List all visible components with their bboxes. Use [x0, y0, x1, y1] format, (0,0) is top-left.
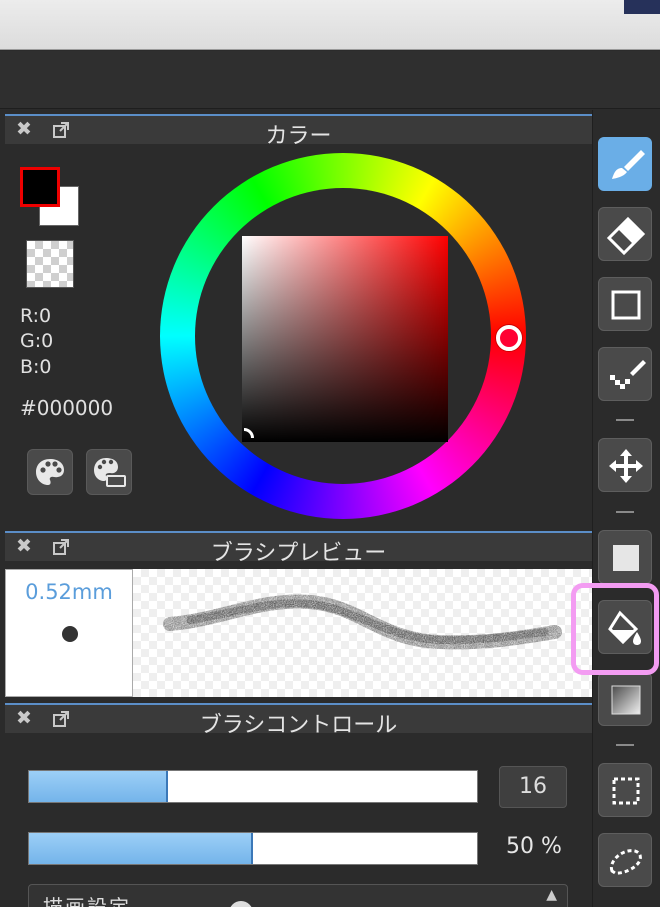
dot-brush-tool[interactable]	[598, 347, 652, 401]
brush-size-preview: 0.52mm	[5, 569, 133, 697]
rectangle-tool[interactable]	[598, 277, 652, 331]
color-panel-header: ✖ カラー	[5, 114, 592, 149]
rect-select-tool[interactable]	[598, 763, 652, 817]
move-tool[interactable]	[598, 438, 652, 492]
dropdown-label: 描画設定	[43, 895, 131, 907]
brush-stroke-preview	[163, 594, 562, 650]
hue-cursor[interactable]	[496, 325, 522, 351]
brush-size-dot	[62, 626, 78, 642]
titlebar-corner	[624, 0, 660, 14]
brush-size-slider[interactable]	[28, 770, 478, 803]
eraser-tool[interactable]	[598, 207, 652, 261]
brush-tool[interactable]	[598, 137, 652, 191]
brush-size-input[interactable]: 16	[499, 766, 567, 808]
lasso-tool[interactable]	[598, 833, 652, 887]
toolbar-separator	[616, 744, 634, 746]
brush-size-slider-fill	[29, 771, 168, 802]
control-panel-title: ブラシコントロール	[199, 713, 398, 738]
opacity-slider[interactable]	[28, 832, 478, 865]
fill-square-tool[interactable]	[598, 530, 652, 584]
opacity-value: 50 %	[506, 834, 562, 859]
rectangle-icon	[611, 290, 641, 320]
brush-size-label: 0.52mm	[25, 580, 113, 604]
marquee-select-icon	[612, 777, 640, 805]
bucket-tool-highlight	[571, 583, 659, 675]
eraser-icon	[606, 216, 646, 255]
brush-icon	[612, 150, 645, 179]
color-wheel[interactable]	[160, 153, 526, 519]
palette-button[interactable]	[27, 449, 73, 495]
gradient-icon	[611, 685, 641, 715]
red-value: R:0	[20, 305, 52, 327]
control-panel-header: ✖ ブラシコントロール	[5, 703, 592, 738]
toolbar-separator	[616, 419, 634, 421]
palette-edit-button[interactable]	[86, 449, 132, 495]
hex-value: #000000	[20, 396, 114, 420]
transparent-color-swatch[interactable]	[26, 240, 74, 288]
move-icon	[609, 449, 643, 483]
opacity-slider-fill	[29, 833, 253, 864]
blue-value: B:0	[20, 356, 52, 378]
top-toolbar-area	[0, 51, 660, 109]
fill-square-icon	[613, 545, 639, 571]
foreground-color-swatch[interactable]	[20, 167, 60, 207]
window-titlebar	[0, 0, 660, 50]
lasso-icon	[609, 849, 642, 875]
saturation-value-square[interactable]	[242, 236, 448, 442]
dot-pen-icon	[610, 360, 646, 389]
green-value: G:0	[20, 330, 54, 352]
preview-panel-title: ブラシプレビュー	[210, 541, 387, 566]
dropdown-arrow-icon[interactable]: ▲	[546, 887, 557, 903]
gradient-tool[interactable]	[598, 672, 652, 726]
draw-settings-dropdown[interactable]: 描画設定 ▲	[28, 884, 568, 907]
preview-panel-header: ✖ ブラシプレビュー	[5, 531, 592, 566]
palette-settings-icon	[94, 458, 126, 487]
dropdown-knob[interactable]	[229, 901, 253, 907]
palette-icon	[36, 459, 64, 485]
toolbar-separator	[616, 511, 634, 513]
